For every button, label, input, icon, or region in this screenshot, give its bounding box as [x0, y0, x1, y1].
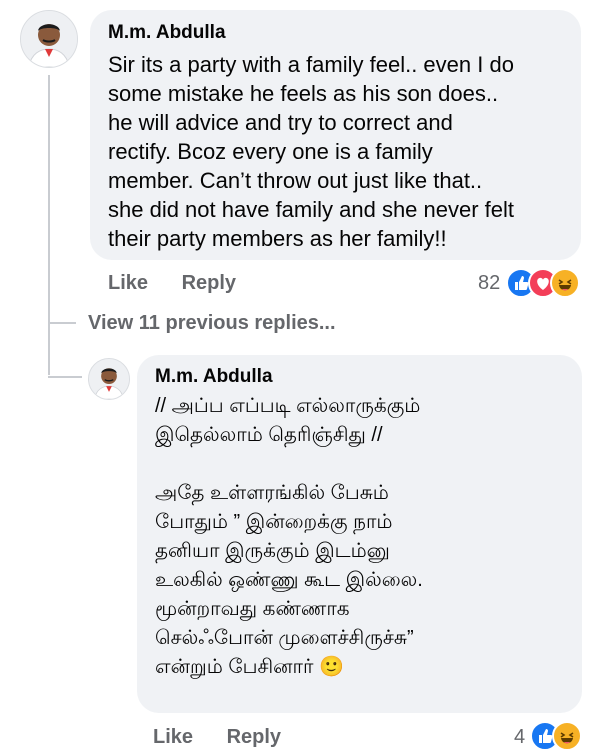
person-avatar-icon: [21, 11, 77, 67]
avatar[interactable]: [20, 10, 78, 68]
avatar[interactable]: [88, 358, 130, 400]
comment-author[interactable]: M.m. Abdulla: [155, 366, 564, 388]
comment-text: Sir its a party with a family feel.. eve…: [108, 52, 515, 251]
comment-actions: Like Reply: [108, 272, 264, 295]
reaction-icons[interactable]: [530, 721, 590, 751]
person-avatar-icon: [89, 359, 129, 399]
thread-line-branch-reply: [48, 376, 82, 378]
reply-button[interactable]: Reply: [227, 726, 281, 748]
view-previous-replies-link[interactable]: View 11 previous replies...: [88, 312, 336, 335]
haha-icon: [552, 721, 582, 751]
like-button[interactable]: Like: [108, 272, 148, 294]
comment-bubble: M.m. Abdulla Sir its a party with a fami…: [90, 10, 581, 260]
haha-icon: [550, 268, 580, 298]
thread-line-vertical: [48, 75, 50, 375]
comment-actions: Like Reply: [153, 726, 309, 749]
comment-text: // அப்ப எப்படி எல்லாருக்கும் இதெல்லாம் த…: [155, 395, 423, 678]
reaction-icons[interactable]: [506, 268, 586, 298]
reaction-count[interactable]: 4: [514, 726, 525, 749]
reply-button[interactable]: Reply: [182, 272, 236, 294]
comment-author[interactable]: M.m. Abdulla: [108, 22, 563, 44]
like-button[interactable]: Like: [153, 726, 193, 748]
reaction-count[interactable]: 82: [478, 272, 500, 295]
thread-line-branch-view: [48, 322, 76, 324]
reply-bubble: M.m. Abdulla // அப்ப எப்படி எல்லாருக்கும…: [137, 355, 582, 713]
